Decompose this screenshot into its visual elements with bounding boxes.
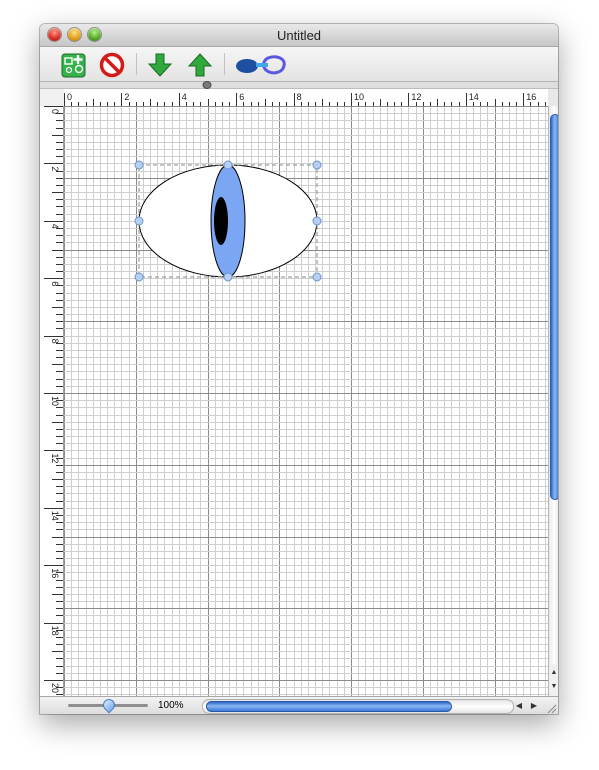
selection-handle[interactable] — [134, 216, 144, 226]
ruler-label: 18 — [50, 626, 60, 636]
ruler-label: 2 — [124, 92, 129, 102]
ruler-label: 16 — [526, 92, 536, 102]
window-title: Untitled — [276, 28, 322, 43]
ruler-label: 0 — [50, 109, 60, 114]
ruler-label: 6 — [50, 281, 60, 286]
toolbar-separator — [136, 53, 137, 75]
zoom-level-label: 100% — [158, 700, 184, 711]
toolbar-divider — [40, 81, 558, 89]
combine-shapes-button[interactable] — [234, 51, 294, 79]
ruler-label: 4 — [182, 92, 187, 102]
eye-drawing[interactable] — [138, 164, 318, 278]
selection-handle[interactable] — [223, 160, 233, 170]
move-down-icon — [147, 53, 173, 77]
selection-handle[interactable] — [312, 160, 322, 170]
ruler-label: 16 — [50, 568, 60, 578]
ruler-label: 20 — [50, 683, 60, 693]
vertical-scrollbar[interactable] — [548, 106, 558, 696]
ruler-label: 10 — [354, 92, 364, 102]
scroll-right-arrow-icon[interactable]: ▶ — [527, 699, 541, 713]
move-up-icon — [187, 53, 213, 77]
vertical-scroll-arrows: ▲ ▼ — [548, 664, 558, 696]
selection-handle[interactable] — [223, 272, 233, 282]
horizontal-ruler-scale: 0 2 4 6 8 10 12 14 16 — [64, 92, 546, 106]
delete-button[interactable] — [98, 51, 126, 79]
horizontal-ruler[interactable]: 0 2 4 6 8 10 12 14 16 — [64, 89, 548, 107]
move-down-button[interactable] — [146, 51, 174, 79]
ruler-label: 0 — [67, 92, 72, 102]
ruler-label: 8 — [50, 339, 60, 344]
ruler-label: 4 — [50, 224, 60, 229]
vertical-ruler-scale: 0 2 4 6 8 10 12 14 16 18 20 — [44, 106, 63, 695]
vertical-ruler[interactable]: 0 2 4 6 8 10 12 14 16 18 20 — [40, 106, 64, 696]
title-bar[interactable]: Untitled — [40, 24, 558, 47]
toolbar — [40, 47, 558, 82]
zoom-slider-thumb[interactable] — [100, 696, 118, 714]
ruler-label: 14 — [50, 511, 60, 521]
ruler-label: 14 — [469, 92, 479, 102]
delete-icon — [99, 52, 125, 78]
ruler-corner — [40, 89, 65, 107]
ruler-label: 10 — [50, 396, 60, 406]
document-window: Untitled 0 2 4 6 8 10 12 14 16 0 2 4 6 8… — [40, 24, 558, 714]
vertical-scroll-thumb[interactable] — [550, 114, 558, 500]
selection-handle[interactable] — [134, 160, 144, 170]
horizontal-scrollbar[interactable] — [202, 699, 514, 714]
toolbar-separator — [224, 53, 225, 75]
status-bar: 100% ◀ ▶ — [40, 696, 558, 714]
scroll-down-arrow-icon[interactable]: ▼ — [549, 680, 558, 694]
canvas-surface[interactable] — [64, 106, 548, 696]
pupil-ellipse[interactable] — [214, 197, 228, 245]
move-up-button[interactable] — [186, 51, 214, 79]
scroll-up-arrow-icon[interactable]: ▲ — [549, 666, 558, 680]
horizontal-scroll-thumb[interactable] — [206, 701, 452, 712]
selection-handle[interactable] — [134, 272, 144, 282]
ruler-label: 8 — [297, 92, 302, 102]
drawing-canvas[interactable] — [64, 106, 548, 696]
new-shape-button[interactable] — [60, 51, 88, 79]
new-shape-icon — [61, 53, 86, 78]
ruler-label: 12 — [50, 453, 60, 463]
selection-handle[interactable] — [312, 216, 322, 226]
scroll-left-arrow-icon[interactable]: ◀ — [512, 699, 526, 713]
ruler-label: 2 — [50, 166, 60, 171]
combine-shapes-icon — [236, 55, 286, 75]
selection-handle[interactable] — [312, 272, 322, 282]
ruler-label: 12 — [411, 92, 421, 102]
ruler-label: 6 — [239, 92, 244, 102]
resize-grip-icon[interactable] — [545, 702, 557, 714]
